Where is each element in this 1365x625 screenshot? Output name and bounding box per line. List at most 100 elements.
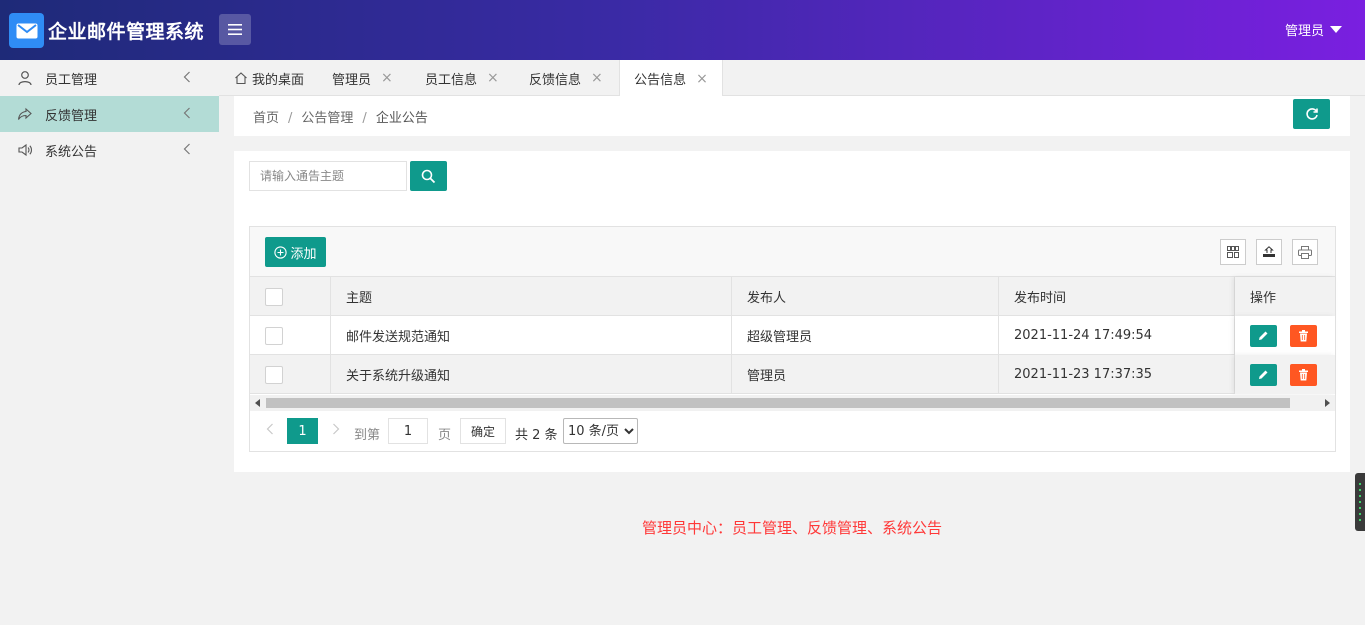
columns-icon bbox=[1227, 246, 1239, 258]
actions-header-label: 操作 bbox=[1250, 291, 1277, 306]
sidebar-item-feedback[interactable]: 反馈管理 bbox=[0, 96, 219, 132]
row-checkbox[interactable] bbox=[265, 326, 283, 345]
column-header-time[interactable]: 发布时间 bbox=[999, 277, 1235, 316]
edit-button[interactable] bbox=[1250, 324, 1277, 347]
breadcrumb-home[interactable]: 首页 bbox=[253, 111, 279, 126]
breadcrumb-section[interactable]: 公告管理 bbox=[301, 111, 353, 126]
columns-filter-button[interactable] bbox=[1220, 239, 1246, 265]
refresh-button[interactable] bbox=[1293, 99, 1330, 129]
sidebar-item-announcement[interactable]: 系统公告 bbox=[0, 132, 219, 168]
search-button[interactable] bbox=[410, 161, 447, 191]
cell-publisher: 管理员 bbox=[732, 355, 999, 394]
scroll-left-arrow-icon[interactable] bbox=[255, 399, 260, 407]
export-icon bbox=[1263, 246, 1275, 257]
share-icon bbox=[17, 107, 32, 120]
printer-icon bbox=[1298, 245, 1312, 259]
close-icon[interactable]: × bbox=[696, 71, 708, 87]
page-size-select[interactable]: 10 条/页 bbox=[563, 418, 638, 444]
prev-page-icon[interactable] bbox=[266, 423, 274, 435]
cell-subject: 邮件发送规范通知 bbox=[331, 316, 732, 355]
trash-icon bbox=[1299, 329, 1308, 341]
tab-announcement-info[interactable]: 公告信息 × bbox=[619, 60, 723, 97]
cell-time: 2021-11-23 17:37:35 bbox=[999, 355, 1235, 394]
row-checkbox[interactable] bbox=[265, 365, 283, 384]
table-toolbar: 添加 bbox=[250, 227, 1335, 277]
breadcrumb: 首页 / 公告管理 / 企业公告 bbox=[253, 107, 428, 126]
data-table: 添加 主题 发布人 发布时间 操作 邮件发送规范通知 超级管理员 2021-11… bbox=[249, 226, 1336, 452]
header-checkbox-cell bbox=[250, 277, 331, 316]
sidebar-item-label: 系统公告 bbox=[45, 144, 98, 160]
chevron-left-icon bbox=[183, 107, 190, 119]
tab-label: 管理员 bbox=[332, 72, 372, 88]
cell-publisher: 超级管理员 bbox=[732, 316, 999, 355]
floating-scroll-widget[interactable] bbox=[1355, 473, 1365, 531]
user-icon bbox=[18, 71, 32, 86]
close-icon[interactable]: × bbox=[381, 70, 393, 86]
sidebar: 员工管理 反馈管理 系统公告 bbox=[0, 60, 219, 625]
sidebar-item-label: 员工管理 bbox=[45, 72, 98, 88]
user-label: 管理员 bbox=[1284, 24, 1324, 39]
current-page-button[interactable]: 1 bbox=[287, 418, 318, 444]
top-header: 企业邮件管理系统 管理员 bbox=[0, 0, 1365, 60]
print-button[interactable] bbox=[1292, 239, 1318, 265]
horizontal-scrollbar[interactable] bbox=[250, 395, 1335, 411]
admin-center-note: 管理员中心：员工管理、反馈管理、系统公告 bbox=[641, 519, 942, 537]
delete-button[interactable] bbox=[1290, 363, 1317, 386]
tab-feedback-info[interactable]: 反馈信息 × bbox=[529, 60, 603, 96]
hamburger-icon bbox=[228, 24, 242, 35]
search-input[interactable] bbox=[249, 161, 407, 191]
pencil-icon bbox=[1259, 370, 1268, 379]
scrollbar-thumb[interactable] bbox=[266, 398, 1290, 408]
cell-subject: 关于系统升级通知 bbox=[331, 355, 732, 394]
menu-toggle-button[interactable] bbox=[219, 14, 251, 45]
search-icon bbox=[421, 169, 436, 183]
column-header-subject[interactable]: 主题 bbox=[331, 277, 732, 316]
breadcrumb-bar: 首页 / 公告管理 / 企业公告 bbox=[234, 96, 1350, 136]
sidebar-item-label: 反馈管理 bbox=[45, 108, 98, 124]
row-actions bbox=[1235, 316, 1335, 355]
next-page-icon[interactable] bbox=[332, 423, 340, 435]
user-menu[interactable]: 管理员 bbox=[1285, 20, 1342, 39]
table-header: 主题 发布人 发布时间 操作 bbox=[250, 277, 1335, 316]
trash-icon bbox=[1299, 368, 1308, 380]
chevron-left-icon bbox=[183, 71, 190, 83]
home-icon bbox=[235, 72, 247, 85]
table-row: 关于系统升级通知 管理员 2021-11-23 17:37:35 bbox=[250, 355, 1335, 394]
scroll-right-arrow-icon[interactable] bbox=[1325, 399, 1330, 407]
goto-label: 到第 bbox=[354, 428, 381, 443]
column-header-publisher[interactable]: 发布人 bbox=[732, 277, 999, 316]
export-button[interactable] bbox=[1256, 239, 1282, 265]
tab-label: 反馈信息 bbox=[529, 72, 582, 88]
sidebar-item-employee[interactable]: 员工管理 bbox=[0, 60, 219, 96]
column-header-actions: 操作 bbox=[1235, 277, 1335, 316]
mail-logo-icon bbox=[9, 13, 44, 48]
plus-circle-icon bbox=[274, 245, 288, 259]
table-row: 邮件发送规范通知 超级管理员 2021-11-24 17:49:54 bbox=[250, 316, 1335, 355]
tab-label: 我的桌面 bbox=[252, 72, 305, 88]
goto-page-input[interactable] bbox=[388, 418, 428, 444]
tab-bar: 我的桌面 管理员 × 员工信息 × 反馈信息 × 公告信息 × bbox=[219, 60, 1365, 97]
tab-employee-info[interactable]: 员工信息 × bbox=[425, 60, 499, 96]
select-all-checkbox[interactable] bbox=[265, 287, 283, 306]
breadcrumb-current: 企业公告 bbox=[375, 111, 428, 126]
row-actions bbox=[1235, 355, 1335, 394]
close-icon[interactable]: × bbox=[487, 70, 499, 86]
tab-label: 员工信息 bbox=[425, 72, 478, 88]
edit-button[interactable] bbox=[1250, 363, 1277, 386]
tab-admin[interactable]: 管理员 × bbox=[332, 60, 393, 96]
add-button[interactable]: 添加 bbox=[265, 237, 326, 267]
row-checkbox-cell bbox=[250, 316, 331, 355]
caret-down-icon bbox=[1330, 26, 1342, 33]
goto-confirm-button[interactable]: 确定 bbox=[460, 418, 506, 444]
app-title: 企业邮件管理系统 bbox=[48, 21, 205, 43]
close-icon[interactable]: × bbox=[591, 70, 603, 86]
chevron-left-icon bbox=[183, 143, 190, 155]
pagination: 1 到第 页 确定 共 2 条 10 条/页 bbox=[250, 411, 1335, 451]
tab-my-desktop[interactable]: 我的桌面 bbox=[234, 60, 304, 96]
add-button-label: 添加 bbox=[290, 246, 317, 262]
breadcrumb-separator: / bbox=[288, 111, 293, 126]
breadcrumb-separator: / bbox=[362, 111, 367, 126]
cell-time: 2021-11-24 17:49:54 bbox=[999, 316, 1235, 355]
delete-button[interactable] bbox=[1290, 324, 1317, 347]
total-count: 共 2 条 bbox=[515, 428, 558, 443]
